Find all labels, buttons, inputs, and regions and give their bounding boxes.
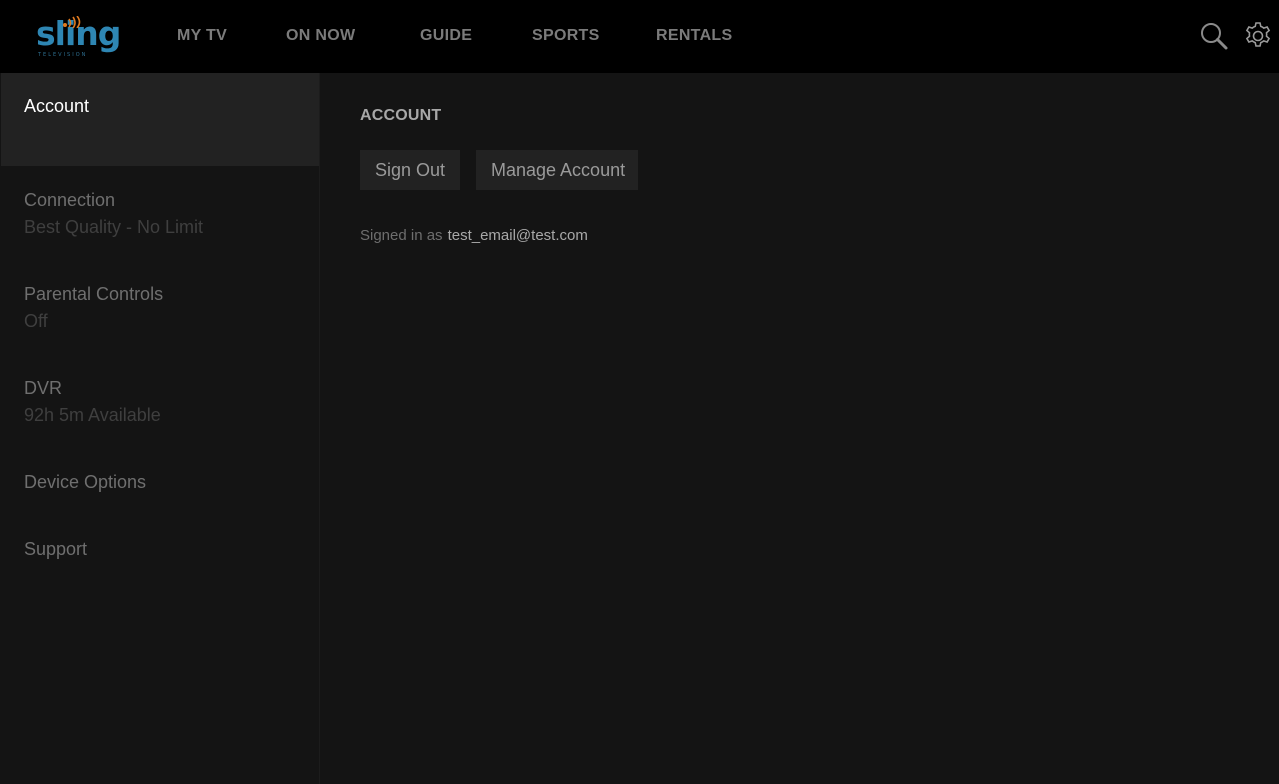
signed-in-label: Signed in as	[360, 227, 443, 244]
search-icon	[1201, 23, 1228, 50]
settings-sidebar: Account Connection Best Quality - No Lim…	[0, 73, 320, 784]
sidebar-item-account[interactable]: Account	[1, 73, 319, 166]
nav-on-now[interactable]: ON NOW	[286, 24, 355, 48]
sidebar-item-label: DVR	[24, 378, 63, 398]
sign-out-button[interactable]: Sign Out	[360, 150, 460, 190]
sidebar-item-value: Best Quality - No Limit	[24, 217, 204, 237]
sidebar-item-connection[interactable]: Connection Best Quality - No Limit	[0, 166, 319, 260]
sidebar-item-label: Device Options	[24, 472, 147, 492]
sidebar-item-label: Account	[24, 96, 90, 116]
signal-waves-icon	[63, 16, 81, 28]
page-title: ACCOUNT	[360, 107, 442, 124]
nav-rentals[interactable]: RENTALS	[656, 24, 732, 48]
settings-button[interactable]	[1242, 20, 1274, 52]
sidebar-item-support[interactable]: Support	[0, 515, 319, 582]
sidebar-item-dvr[interactable]: DVR 92h 5m Available	[0, 354, 319, 448]
logo-tagline: TELEVISION	[38, 52, 88, 58]
sidebar-item-device-options[interactable]: Device Options	[0, 448, 319, 515]
sidebar-item-value: 92h 5m Available	[24, 405, 161, 425]
nav-my-tv[interactable]: MY TV	[177, 24, 227, 48]
sidebar-item-label: Support	[24, 539, 88, 559]
sidebar-item-label: Parental Controls	[24, 284, 164, 304]
sidebar-item-label: Connection	[24, 190, 116, 210]
manage-account-button[interactable]: Manage Account	[476, 150, 638, 190]
nav-guide[interactable]: GUIDE	[420, 24, 472, 48]
sidebar-item-value: Off	[24, 311, 48, 331]
sling-logo[interactable]: sling TELEVISION	[36, 14, 121, 60]
signed-in-info: Signed in as test_email@test.com	[360, 226, 588, 246]
sidebar-item-parental-controls[interactable]: Parental Controls Off	[0, 260, 319, 354]
account-email: test_email@test.com	[447, 227, 588, 244]
gear-icon	[1245, 22, 1271, 47]
account-panel: ACCOUNT Sign Out Manage Account Signed i…	[321, 73, 1279, 784]
top-navigation-bar: sling TELEVISION MY TV ON NOW GUIDE SPOR…	[0, 0, 1279, 73]
search-button[interactable]	[1198, 20, 1230, 52]
nav-sports[interactable]: SPORTS	[532, 24, 600, 48]
